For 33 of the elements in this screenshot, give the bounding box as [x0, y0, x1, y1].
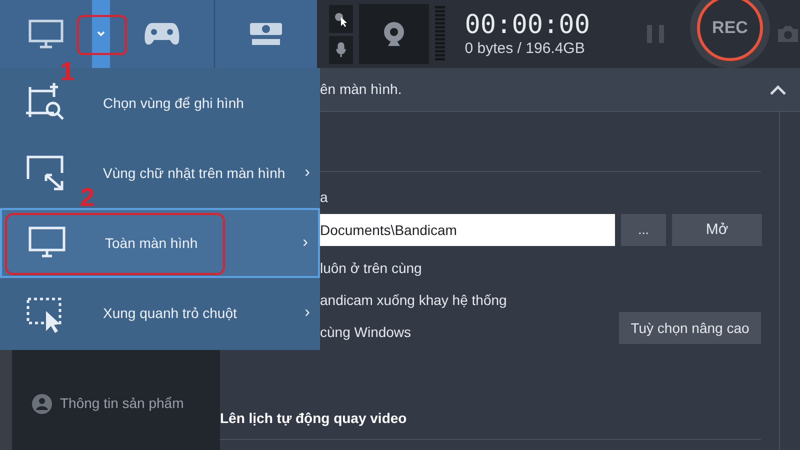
option-label: andicam xuống khay hệ thống [320, 291, 507, 310]
cursor-icon [334, 10, 348, 26]
microphone-toggle[interactable] [328, 36, 353, 64]
microphone-icon [336, 42, 346, 58]
webcam-button[interactable] [358, 4, 429, 64]
record-button[interactable]: REC [697, 0, 763, 61]
chevron-up-icon[interactable] [770, 84, 786, 94]
submenu-arrow: › [304, 163, 310, 183]
advanced-options-button[interactable]: Tuỳ chọn nâng cao [619, 312, 761, 344]
person-info-icon [32, 394, 52, 414]
section-heading: Lên lịch tự động quay video [220, 410, 407, 426]
menu-item[interactable]: Toàn màn hình › [0, 208, 320, 278]
field-label: a [319, 188, 329, 206]
file-size: 0 bytes / 196.4GB [464, 40, 586, 58]
sidebar-item[interactable]: Thông tin sản phẩm [60, 393, 184, 414]
option-label: cùng Windows [320, 323, 412, 342]
option-label: luôn ở trên cùng [320, 259, 422, 278]
timer: 00:00:00 [464, 10, 590, 40]
open-button[interactable]: Mở [672, 214, 762, 246]
level-meter-icon [434, 6, 445, 62]
webcam-icon [382, 21, 406, 47]
highlight-frame [77, 15, 127, 55]
submenu-arrow: › [304, 303, 310, 323]
menu-item[interactable]: Xung quanh trỏ chuột › [0, 278, 320, 348]
chevron-down-icon [97, 31, 105, 37]
step-number: 2 [80, 184, 94, 210]
section-title: ên màn hình. [320, 80, 402, 99]
step-number: 1 [60, 58, 74, 84]
browse-button[interactable]: ... [621, 214, 666, 246]
hdmi-device-icon[interactable] [248, 21, 284, 47]
cursor-toggle[interactable] [328, 4, 353, 32]
monitor-icon[interactable] [28, 18, 64, 50]
gamepad-icon[interactable] [144, 21, 180, 47]
